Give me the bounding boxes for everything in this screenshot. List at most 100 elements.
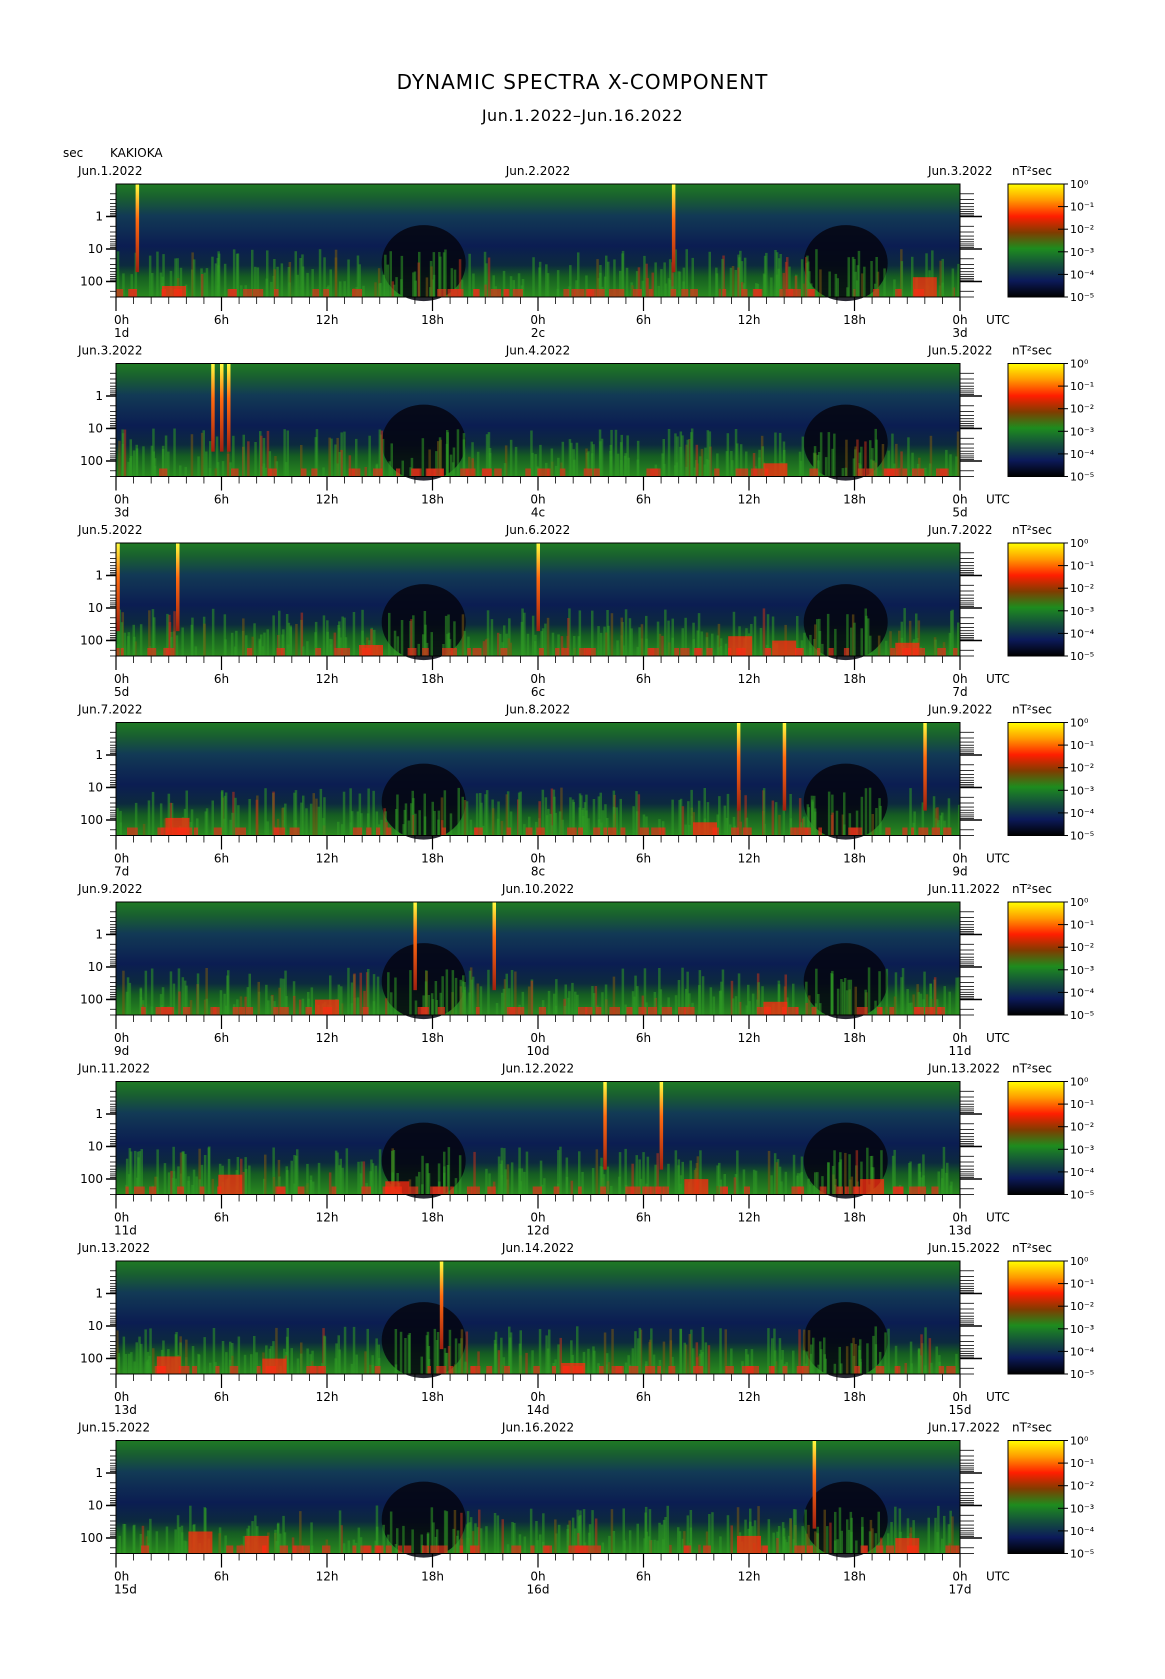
spectral-power-streak xyxy=(813,795,816,836)
spectral-power-streak xyxy=(885,827,891,836)
x-tick-label: 0h xyxy=(530,1570,545,1584)
spectral-power-streak xyxy=(223,614,227,656)
spectral-power-streak xyxy=(133,1361,136,1374)
power-burst xyxy=(188,1531,213,1554)
spectral-power-streak xyxy=(401,460,404,477)
spectral-power-streak xyxy=(780,1181,783,1195)
spectral-power-streak xyxy=(792,1350,795,1374)
spectral-power-streak xyxy=(595,1007,602,1015)
spectral-power-streak xyxy=(853,622,856,656)
colorbar-tick-label: 10⁻⁵ xyxy=(1070,471,1094,484)
spectral-power-streak xyxy=(236,1545,245,1554)
spectral-power-streak xyxy=(496,1515,500,1554)
spectral-power-streak xyxy=(555,979,558,1015)
spectral-power-streak xyxy=(407,648,417,656)
spectral-power-streak xyxy=(878,798,881,836)
spectral-power-streak xyxy=(686,439,689,477)
spectral-power-streak xyxy=(197,1354,201,1374)
spectral-power-streak xyxy=(845,1346,849,1374)
spectral-power-streak xyxy=(509,439,513,477)
colorbar-tick-label: 10⁻⁴ xyxy=(1070,448,1095,461)
x-tick-label: 0h xyxy=(952,313,967,327)
day-label-mid: 12d xyxy=(527,1224,550,1238)
spectral-power-streak xyxy=(561,648,569,656)
spectral-power-streak xyxy=(232,1007,239,1015)
spectral-power-streak xyxy=(299,1353,303,1374)
power-burst xyxy=(895,1538,920,1554)
spectral-power-streak xyxy=(638,627,641,656)
spectral-power-streak xyxy=(658,1522,661,1554)
spectral-power-streak xyxy=(719,646,723,656)
spectral-power-streak xyxy=(509,642,512,656)
colorbar-tick-label: 10⁻³ xyxy=(1070,1502,1094,1515)
spectral-power-streak xyxy=(751,993,755,1015)
spectral-power-streak xyxy=(823,1354,826,1374)
spectral-power-streak xyxy=(257,981,260,1015)
day-label-start: 7d xyxy=(114,865,129,879)
spectral-power-streak xyxy=(661,1007,673,1015)
spectral-power-streak xyxy=(850,1176,854,1195)
spectral-power-streak xyxy=(342,1543,346,1554)
spectral-power-streak xyxy=(174,1178,177,1195)
spectral-power-streak xyxy=(863,266,866,297)
x-tick-label: 18h xyxy=(843,1390,866,1404)
spectral-power-streak xyxy=(945,1545,951,1554)
spectral-power-streak xyxy=(809,1353,813,1374)
spectral-power-streak xyxy=(343,281,346,297)
spectral-power-streak xyxy=(791,1186,801,1195)
spectral-power-streak xyxy=(620,617,623,656)
x-tick-label: 18h xyxy=(421,672,444,686)
spectral-power-streak xyxy=(322,467,325,477)
spectral-power-streak xyxy=(575,442,579,477)
colorbar xyxy=(1007,183,1065,298)
spectral-power-streak xyxy=(941,812,944,836)
y-tick-label: 1 xyxy=(95,209,103,223)
spectral-power-streak xyxy=(558,811,562,836)
colorbar-tick-label: 10⁰ xyxy=(1070,358,1089,371)
power-burst xyxy=(728,636,753,656)
spectral-power-streak xyxy=(809,468,819,477)
x-tick-label: 12h xyxy=(738,1211,761,1225)
spectral-power-streak xyxy=(715,267,718,297)
spectral-power-streak xyxy=(835,810,839,836)
panel-start-date: Jun.11.2022 xyxy=(77,1062,150,1076)
spectral-power-streak xyxy=(683,1342,686,1374)
spectral-power-streak xyxy=(671,799,674,836)
colorbar-tick-label: 10⁻⁴ xyxy=(1070,807,1095,820)
spectral-power-streak xyxy=(199,1186,205,1195)
panel-end-date: Jun.5.2022 xyxy=(927,344,993,358)
spectral-power-streak xyxy=(127,632,131,656)
spectral-power-streak xyxy=(603,827,608,836)
spectral-power-streak xyxy=(703,464,707,477)
panel-mid-date: Jun.14.2022 xyxy=(501,1241,574,1255)
x-tick-label: 18h xyxy=(843,1570,866,1584)
spectral-power-streak xyxy=(376,976,380,1015)
x-tick-label: 0h xyxy=(114,852,129,866)
colorbar-tick-label: 10⁰ xyxy=(1070,717,1089,730)
spectral-power-streak xyxy=(830,972,833,1015)
spectral-power-streak xyxy=(630,1186,641,1195)
spectral-power-streak xyxy=(150,1006,154,1015)
x-tick-label: 0h xyxy=(114,313,129,327)
spectral-power-streak xyxy=(523,1536,527,1554)
spectral-power-streak xyxy=(317,1162,321,1195)
spectral-power-streak xyxy=(578,827,583,836)
spectral-power-streak xyxy=(227,970,230,1015)
spectral-power-streak xyxy=(200,274,204,297)
spectral-power-streak xyxy=(625,267,629,297)
spectral-power-streak xyxy=(421,1155,424,1195)
panel-end-date: Jun.13.2022 xyxy=(927,1062,1000,1076)
x-tick-label: 12h xyxy=(316,1031,339,1045)
spectral-power-streak xyxy=(192,259,196,297)
spectral-power-streak xyxy=(809,634,812,656)
spectral-power-streak xyxy=(889,1007,895,1015)
x-tick-label: 0h xyxy=(530,313,545,327)
spectral-power-streak xyxy=(785,289,796,297)
spectral-power-streak xyxy=(831,812,834,836)
spectral-power-streak xyxy=(171,1177,175,1195)
spectral-power-streak xyxy=(285,1166,288,1195)
x-tick-label: 0h xyxy=(530,1031,545,1045)
colorbar-tick-label: 10⁻³ xyxy=(1070,964,1094,977)
spectral-power-streak xyxy=(887,1328,890,1374)
spectral-power-streak xyxy=(538,267,541,297)
